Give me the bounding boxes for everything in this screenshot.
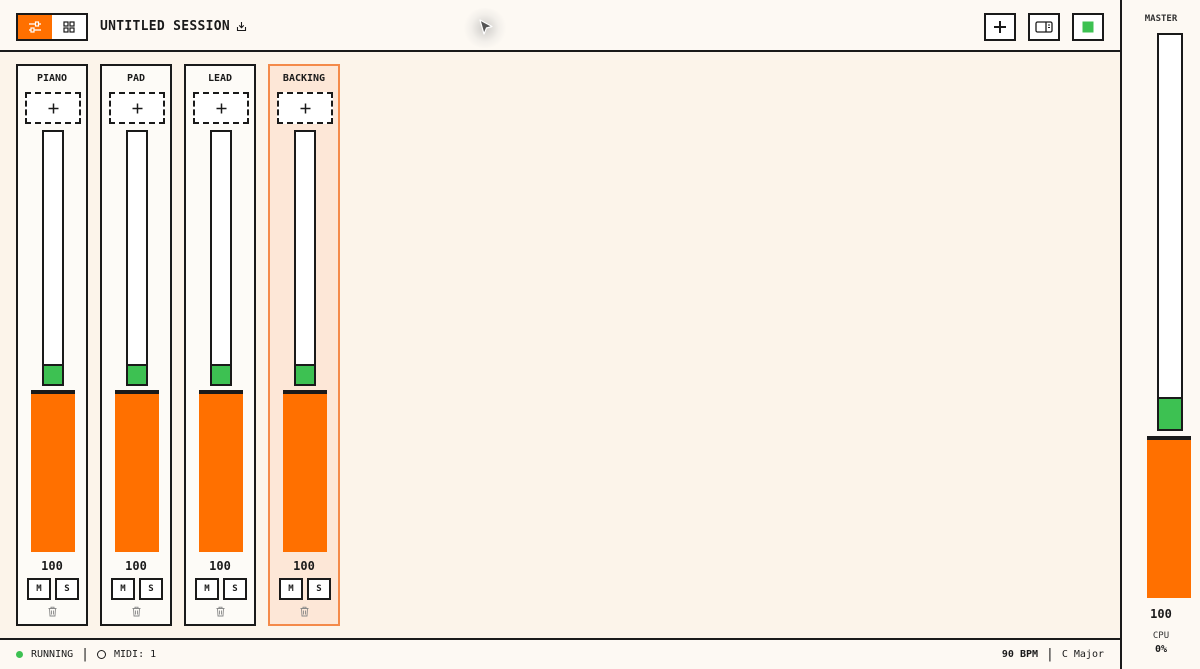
bpm-display[interactable]: 90 BPM (1002, 649, 1038, 660)
channel-strip[interactable]: PIANO 100 M S (16, 64, 88, 626)
channel-workspace: PIANO 100 M S PAD 100 M S LEAD 100 M S B… (0, 52, 1120, 638)
midi-indicator-icon (96, 650, 106, 659)
channel-strip[interactable]: PAD 100 M S (100, 64, 172, 626)
running-indicator-icon (16, 651, 23, 658)
trash-icon[interactable] (47, 606, 58, 617)
status-left: RUNNING | MIDI: 1 (16, 647, 156, 662)
plus-icon (48, 103, 58, 113)
add-instrument-button[interactable] (109, 92, 165, 124)
channel-strip[interactable]: LEAD 100 M S (184, 64, 256, 626)
top-toolbar: UNTITLED SESSION (0, 0, 1120, 52)
volume-fader-fill (115, 390, 159, 552)
channel-volume-value: 100 (293, 559, 315, 573)
add-instrument-button[interactable] (277, 92, 333, 124)
mute-button[interactable]: M (279, 578, 303, 600)
main-area: UNTITLED SESSION PIANO 100 M S PAD 100 M… (0, 0, 1120, 669)
status-divider: | (81, 647, 89, 662)
level-meter (126, 130, 148, 386)
channel-volume-value: 100 (125, 559, 147, 573)
plus-icon (300, 103, 310, 113)
volume-fader-fill (199, 390, 243, 552)
key-display[interactable]: C Major (1062, 649, 1104, 660)
panel-icon (1035, 21, 1053, 33)
grid-icon (63, 21, 75, 33)
mute-button[interactable]: M (195, 578, 219, 600)
running-status: RUNNING (31, 649, 74, 660)
mute-solo-row: M S (111, 578, 163, 600)
master-volume-value: 100 (1150, 607, 1172, 621)
stop-button[interactable] (1072, 13, 1104, 41)
session-title-text: UNTITLED SESSION (100, 19, 231, 34)
sliders-icon (29, 21, 41, 33)
level-meter (42, 130, 64, 386)
solo-button[interactable]: S (55, 578, 79, 600)
volume-fader[interactable] (283, 390, 327, 552)
level-meter-fill (296, 363, 314, 384)
view-mode-toggle (16, 13, 88, 41)
trash-icon[interactable] (131, 606, 142, 617)
midi-status: MIDI: 1 (113, 649, 157, 660)
mute-button[interactable]: M (27, 578, 51, 600)
mute-solo-row: M S (279, 578, 331, 600)
solo-button[interactable]: S (139, 578, 163, 600)
plus-icon (216, 103, 226, 113)
add-instrument-button[interactable] (193, 92, 249, 124)
trash-icon[interactable] (299, 606, 310, 617)
channel-name: PIANO (36, 73, 68, 84)
channel-strip[interactable]: BACKING 100 M S (268, 64, 340, 626)
level-meter (294, 130, 316, 386)
grid-view-button[interactable] (52, 15, 86, 39)
level-meter-fill (128, 363, 146, 384)
master-level-meter (1157, 33, 1183, 431)
channel-name: PAD (126, 73, 146, 84)
stop-square-icon (1082, 21, 1094, 33)
channel-volume-value: 100 (41, 559, 63, 573)
cpu-value: 0% (1154, 644, 1168, 655)
status-bar: RUNNING | MIDI: 1 90 BPM | C Major (0, 638, 1120, 669)
add-instrument-button[interactable] (25, 92, 81, 124)
level-meter (210, 130, 232, 386)
trash-icon[interactable] (215, 606, 226, 617)
solo-button[interactable]: S (223, 578, 247, 600)
channel-name: LEAD (207, 73, 233, 84)
save-icon[interactable] (236, 21, 247, 32)
add-channel-button[interactable] (984, 13, 1016, 41)
volume-fader[interactable] (115, 390, 159, 552)
master-label: MASTER (1144, 14, 1178, 24)
master-fader-fill (1147, 436, 1191, 598)
status-divider: | (1046, 647, 1054, 662)
mute-button[interactable]: M (111, 578, 135, 600)
session-title[interactable]: UNTITLED SESSION (100, 19, 247, 34)
mute-solo-row: M S (27, 578, 79, 600)
master-meter-fill (1159, 397, 1181, 429)
mixer-view-button[interactable] (18, 15, 52, 39)
volume-fader-fill (31, 390, 75, 552)
channel-name: BACKING (282, 73, 326, 84)
level-meter-fill (212, 363, 230, 384)
toggle-panel-button[interactable] (1028, 13, 1060, 41)
solo-button[interactable]: S (307, 578, 331, 600)
volume-fader[interactable] (31, 390, 75, 552)
plus-icon (994, 21, 1006, 33)
master-panel: MASTER 100 CPU 0% (1120, 0, 1200, 669)
cpu-label: CPU (1152, 631, 1170, 641)
channel-volume-value: 100 (209, 559, 231, 573)
plus-icon (132, 103, 142, 113)
mouse-pointer-icon (479, 19, 493, 35)
status-right: 90 BPM | C Major (1002, 647, 1104, 662)
mute-solo-row: M S (195, 578, 247, 600)
master-volume-fader[interactable] (1147, 436, 1191, 598)
volume-fader[interactable] (199, 390, 243, 552)
level-meter-fill (44, 363, 62, 384)
volume-fader-fill (283, 390, 327, 552)
